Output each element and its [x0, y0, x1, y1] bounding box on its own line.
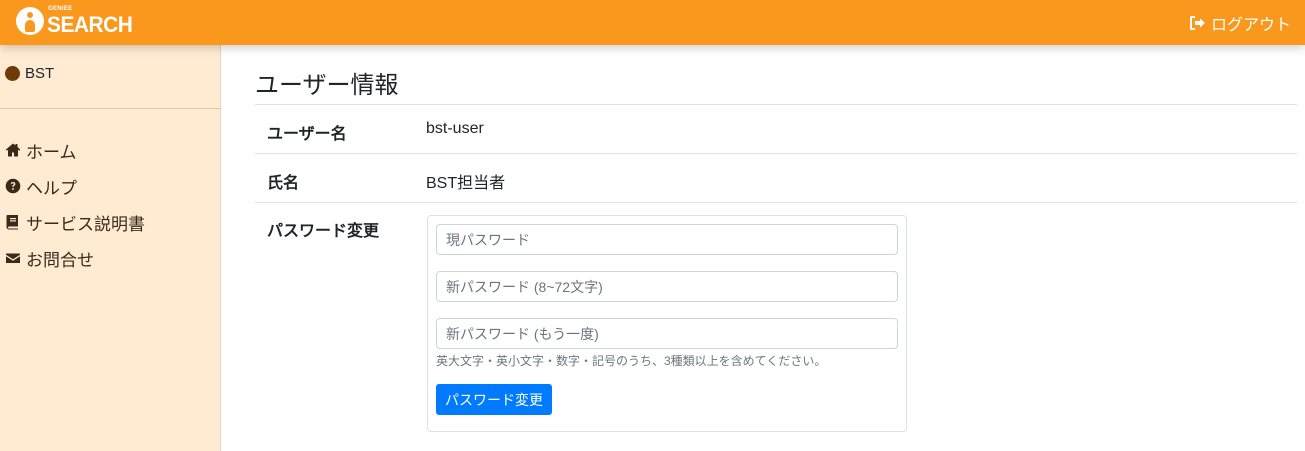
password-change-label: パスワード変更: [267, 223, 380, 240]
current-password-input[interactable]: [436, 224, 898, 255]
sidebar-user-name: BST: [25, 65, 55, 82]
logo-main-text: SEARCH: [47, 12, 133, 37]
logout-button[interactable]: ログアウト: [1189, 12, 1291, 34]
password-change-form: 英大文字・英小文字・数字・記号のうち、3種類以上を含めてください。 パスワード変…: [427, 215, 907, 432]
sidebar-user: BST: [5, 65, 54, 82]
sidebar-item-label: ホーム: [26, 142, 77, 162]
geniee-search-logo[interactable]: GENIEE SEARCH: [14, 4, 133, 42]
logout-label: ログアウト: [1210, 17, 1291, 34]
sidebar-item-label: お問合せ: [26, 250, 94, 270]
sidebar-item-label: ヘルプ: [26, 178, 77, 198]
home-icon: [5, 142, 21, 158]
sidebar: BST ホーム ヘルプ サービス説明書 お問合せ: [0, 45, 221, 451]
change-password-button[interactable]: パスワード変更: [436, 384, 552, 415]
sidebar-item-home[interactable]: ホーム: [5, 132, 145, 168]
envelope-icon: [5, 250, 21, 266]
top-header: GENIEE SEARCH ログアウト: [0, 0, 1305, 45]
page-title: ユーザー情報: [255, 72, 399, 99]
confirm-password-input[interactable]: [436, 318, 898, 349]
username-value: bst-user: [426, 120, 484, 137]
sign-out-icon: [1189, 15, 1207, 31]
user-info-row-fullname: 氏名 BST担当者: [255, 154, 1297, 203]
question-circle-icon: [5, 178, 21, 194]
sidebar-item-contact[interactable]: お問合せ: [5, 240, 145, 276]
sidebar-divider: [0, 108, 220, 109]
book-icon: [5, 214, 21, 230]
password-hint-text: 英大文字・英小文字・数字・記号のうち、3種類以上を含めてください。: [436, 354, 827, 368]
fullname-label: 氏名: [267, 175, 300, 192]
fullname-value: BST担当者: [426, 175, 506, 192]
new-password-input[interactable]: [436, 271, 898, 302]
sidebar-item-service-manual[interactable]: サービス説明書: [5, 204, 145, 240]
sidebar-item-label: サービス説明書: [26, 214, 145, 234]
user-info-row-username: ユーザー名 bst-user: [255, 105, 1297, 154]
logo-mark-icon: [16, 7, 44, 35]
sidebar-item-help[interactable]: ヘルプ: [5, 168, 145, 204]
user-status-dot-icon: [5, 66, 20, 81]
sidebar-nav: ホーム ヘルプ サービス説明書 お問合せ: [5, 132, 145, 276]
username-label: ユーザー名: [267, 126, 347, 143]
